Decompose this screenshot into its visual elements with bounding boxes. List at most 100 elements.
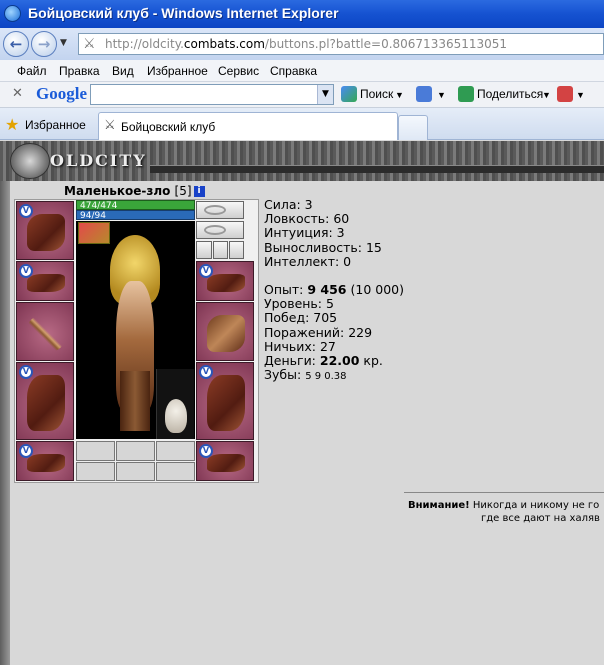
google-search-input[interactable]: ▼ [90,84,334,105]
menu-favorites[interactable]: Избранное [147,64,208,78]
google-search-icon [341,86,357,102]
armor-slot[interactable]: V [16,362,74,440]
boots-slot[interactable]: V [196,441,254,481]
gloves-slot[interactable]: V [196,261,254,301]
validity-badge-icon: V [19,365,33,379]
menu-tools[interactable]: Сервис [218,64,259,78]
menu-view[interactable]: Вид [112,64,134,78]
spell-slot-3[interactable] [156,462,195,481]
search-dropdown-icon[interactable]: ▼ [317,85,333,104]
notice-divider [404,492,604,493]
menu-bar: Файл Правка Вид Избранное Сервис Справка [0,60,604,82]
menu-edit[interactable]: Правка [59,64,100,78]
share-icon [458,86,474,102]
shield-slot[interactable] [196,302,254,361]
favorites-star-icon[interactable]: ★ [5,115,19,134]
forward-button[interactable]: → [31,31,57,57]
notice-text: Внимание! Никогда и никому не го [408,500,600,511]
belt-item [27,454,65,472]
leggings-slot[interactable]: V [196,362,254,440]
stat-wins: Побед: 705 [264,310,338,326]
tab-title: Бойцовский клуб [121,120,216,134]
stat-money: Деньги: 22.00 кр. [264,353,383,369]
health-bar: 474/474 [76,200,195,211]
share-button[interactable]: Поделиться [477,87,543,101]
amulet-slot[interactable] [196,221,244,239]
quiver-item [207,315,245,352]
menu-help[interactable]: Справка [270,64,317,78]
spell-slot-1[interactable] [76,462,115,481]
validity-badge-icon: V [19,204,33,218]
stat-intellect: Интеллект: 0 [264,253,352,269]
address-url: http://oldcity.combats.com/buttons.pl?ba… [105,37,508,51]
google-search-button[interactable]: Поиск [360,87,393,101]
portrait-legs [120,371,150,431]
mana-bar: 94/94 [76,210,195,221]
new-tab-button[interactable] [398,115,428,140]
tab-fight-club[interactable]: ⚔ Бойцовский клуб [98,112,398,140]
validity-badge-icon: V [199,365,213,379]
bow-item [27,315,65,352]
character-stats: Сила: 3 Ловкость: 60 Интуиция: 3 Выносли… [264,197,404,384]
stat-intuition: Интуиция: 3 [264,225,345,241]
popup-blocker-icon[interactable] [557,86,573,102]
cat-icon [165,399,187,433]
crossed-swords-icon: ⚔ [104,118,116,133]
ring-slot-1[interactable] [196,241,212,259]
stat-strength: Сила: 3 [264,197,313,212]
history-dropdown-icon[interactable]: ▼ [60,38,67,48]
rune-slot-3[interactable] [156,441,195,461]
close-toolbar-icon[interactable]: ✕ [12,86,23,101]
oldcity-logo: OLDCITY [50,151,147,170]
window-title: Бойцовский клуб - Windows Internet Explo… [28,5,339,21]
stat-draws: Ничьих: 27 [264,338,336,354]
armor-item [27,375,65,431]
left-frame-border [0,181,10,665]
favorites-button[interactable]: Избранное [25,118,86,132]
notice-text-line2: где все дают на халяв [481,513,600,524]
address-input[interactable]: ⚔ http://oldcity.combats.com/buttons.pl?… [78,33,604,55]
address-toolbar: ← → ▼ ⚔ http://oldcity.combats.com/butto… [0,28,604,60]
rune-slot-2[interactable] [116,441,155,461]
amulet-icon [204,225,226,235]
ring-slot-2[interactable] [213,241,228,259]
ring-slot-3[interactable] [229,241,244,259]
helmet-item [27,214,65,251]
favorites-tab-bar: ★ Избранное ⚔ Бойцовский клуб [0,108,604,140]
share-options-icon[interactable]: ▼ [542,90,551,100]
stat-level: Уровень: 5 [264,296,334,312]
bracers-item [27,274,65,292]
google-logo: Google [36,84,87,103]
info-icon[interactable]: i [193,186,205,197]
stat-teeth: Зубы: 5 9 0.38 [264,367,347,383]
internet-explorer-icon [4,5,21,22]
bracers-slot[interactable]: V [16,261,74,301]
stat-losses: Поражений: 229 [264,324,373,340]
weapon-slot[interactable] [16,302,74,361]
add-button-icon[interactable] [416,86,432,102]
gloves-item [207,274,245,292]
stat-endurance: Выносливость: 15 [264,239,382,255]
stat-agility: Ловкость: 60 [264,211,350,227]
helmet-slot[interactable]: V [16,201,74,260]
earrings-icon [204,205,226,215]
crossed-swords-icon: ⚔ [83,36,96,52]
menu-file[interactable]: Файл [17,64,47,78]
gift-icon[interactable] [78,222,110,244]
stat-experience: Опыт: 9 456 (10 000) [264,282,404,298]
search-options-icon[interactable]: ▼ [395,90,404,100]
spell-slot-2[interactable] [116,462,155,481]
earrings-slot[interactable] [196,201,244,219]
rune-slot-1[interactable] [76,441,115,461]
back-button[interactable]: ← [3,31,29,57]
leggings-item [207,375,245,431]
character-name: Маленькое-зло [5] i [64,184,205,198]
ornament-emblem [10,143,50,179]
belt-slot[interactable]: V [16,441,74,481]
popup-options-icon[interactable]: ▼ [576,90,585,100]
header-divider [150,165,604,173]
boots-item [207,454,245,472]
window-titlebar: Бойцовский клуб - Windows Internet Explo… [0,0,604,28]
pet-cat-image[interactable] [156,369,194,439]
add-options-icon[interactable]: ▼ [437,90,446,100]
